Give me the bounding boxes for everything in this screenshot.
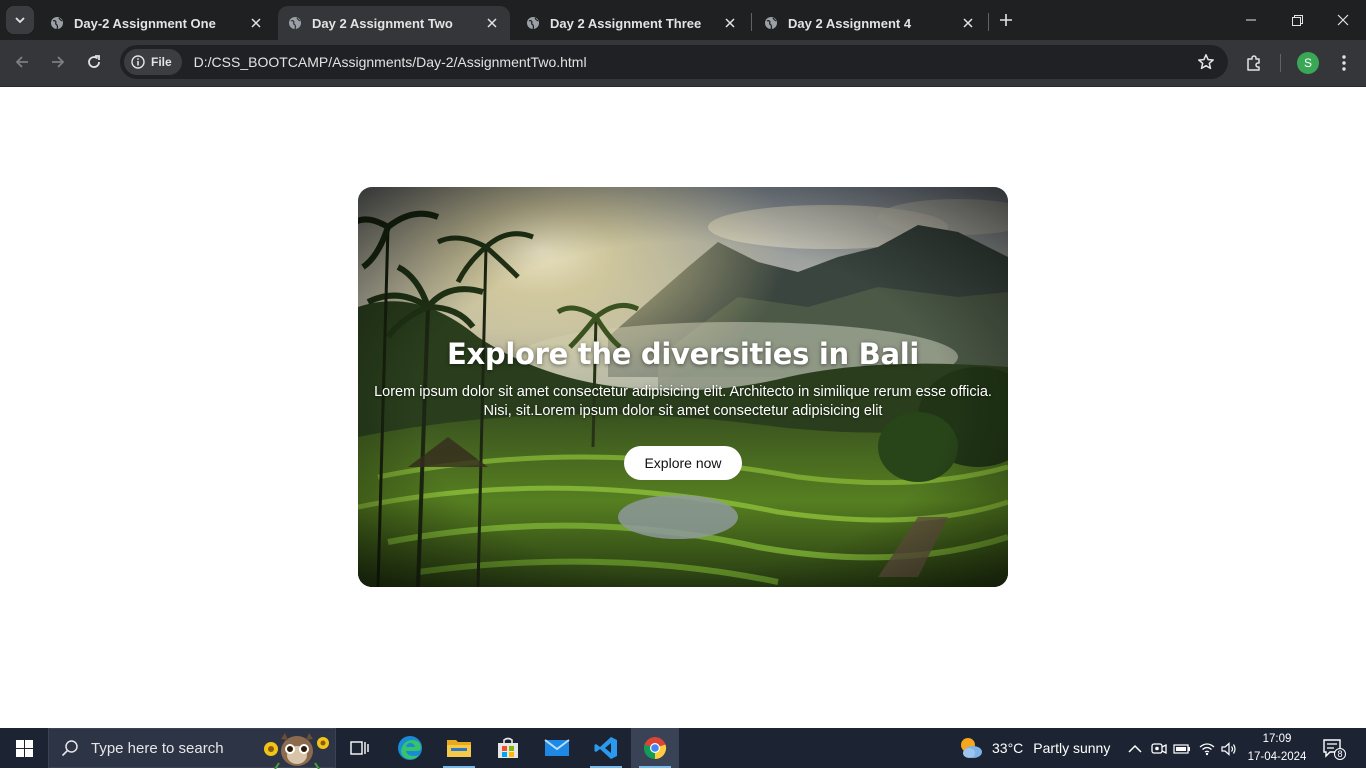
profile-avatar[interactable]: S <box>1297 52 1319 74</box>
partly-sunny-icon <box>961 738 982 758</box>
explore-now-button[interactable]: Explore now <box>624 446 742 480</box>
tab-title: Day 2 Assignment Two <box>312 15 453 31</box>
show-hidden-icons-button[interactable] <box>1126 740 1144 758</box>
star-icon <box>1198 54 1214 70</box>
store-icon <box>498 737 518 758</box>
task-view-button[interactable] <box>336 728 384 768</box>
weather-widget[interactable]: 33°C Partly sunny <box>958 728 1110 768</box>
edge-icon <box>398 736 422 760</box>
windows-taskbar: Type here to search 33°C Partly sunny 17… <box>0 728 1366 769</box>
mail-app[interactable] <box>533 728 581 768</box>
chrome-icon <box>643 737 667 760</box>
clock-time: 17:09 <box>1262 733 1292 745</box>
extensions-button[interactable] <box>1240 49 1268 77</box>
battery-icon <box>1173 744 1190 754</box>
reload-icon <box>88 55 100 68</box>
url-text[interactable]: D:/CSS_BOOTCAMP/Assignments/Day-2/Assign… <box>194 54 587 70</box>
speaker-icon <box>1221 742 1236 756</box>
puzzle-icon <box>1247 55 1260 71</box>
search-placeholder: Type here to search <box>91 739 224 757</box>
browser-tab-strip: Day-2 Assignment One Day 2 Assignment Tw… <box>0 0 1366 40</box>
hero-description: Lorem ipsum dolor sit amet consectetur a… <box>374 384 992 419</box>
forward-arrow-icon <box>52 56 65 68</box>
meet-now-tray[interactable] <box>1150 740 1168 758</box>
tab-assignment-one[interactable]: Day-2 Assignment One <box>40 6 274 40</box>
globe-icon <box>289 17 301 30</box>
tab-assignment-two[interactable]: Day 2 Assignment Two <box>278 6 510 40</box>
camera-icon <box>1151 743 1167 755</box>
folder-icon <box>447 740 471 757</box>
back-button[interactable] <box>8 48 36 76</box>
tab-title: Day 2 Assignment Three <box>550 15 702 31</box>
back-arrow-icon <box>15 56 28 68</box>
chevron-up-icon <box>1128 744 1142 753</box>
plus-icon <box>1000 14 1012 26</box>
tab-divider <box>988 13 989 31</box>
globe-icon <box>51 17 63 30</box>
close-window-button[interactable] <box>1320 0 1366 40</box>
notification-count-badge: 8 <box>1334 748 1346 760</box>
file-explorer-app[interactable] <box>435 728 483 768</box>
battery-tray[interactable] <box>1173 740 1191 758</box>
minimize-button[interactable] <box>1228 0 1274 40</box>
wifi-icon <box>1199 743 1215 756</box>
tab-title: Day 2 Assignment 4 <box>788 15 912 31</box>
task-view-icon <box>350 741 369 755</box>
mail-icon <box>544 739 570 756</box>
hero-card: Explore the diversities in Bali Lorem ip… <box>358 187 1008 587</box>
close-icon[interactable] <box>960 15 976 31</box>
new-tab-button[interactable] <box>994 8 1018 32</box>
chrome-app[interactable] <box>631 728 679 768</box>
tab-divider <box>751 13 752 31</box>
tab-assignment-three[interactable]: Day 2 Assignment Three <box>516 6 748 40</box>
tab-assignment-4[interactable]: Day 2 Assignment 4 <box>754 6 986 40</box>
start-button[interactable] <box>0 728 48 768</box>
action-center-button[interactable]: 8 <box>1322 738 1346 762</box>
taskbar-search-box[interactable]: Type here to search <box>48 728 336 769</box>
minimize-icon <box>1246 19 1256 21</box>
hero-content: Explore the diversities in Bali Lorem ip… <box>358 337 1008 480</box>
site-info-chip[interactable]: File <box>124 49 182 75</box>
restore-icon <box>1291 14 1303 26</box>
site-chip-label: File <box>151 55 172 69</box>
close-icon <box>1337 14 1349 26</box>
info-icon <box>131 55 145 69</box>
close-icon[interactable] <box>248 15 264 31</box>
vscode-icon <box>594 737 617 759</box>
tab-title: Day-2 Assignment One <box>74 15 216 31</box>
reload-button[interactable] <box>80 48 108 76</box>
weather-description: Partly sunny <box>1033 740 1111 756</box>
windows-logo-icon <box>15 739 33 757</box>
forward-button[interactable] <box>44 48 72 76</box>
close-icon[interactable] <box>722 15 738 31</box>
toolbar-divider <box>1280 54 1281 72</box>
more-vertical-icon <box>1342 55 1346 71</box>
globe-icon <box>765 17 777 30</box>
vscode-app[interactable] <box>582 728 630 768</box>
weather-temperature: 33°C <box>992 740 1024 756</box>
restore-button[interactable] <box>1274 0 1320 40</box>
clock-date: 17-04-2024 <box>1247 751 1307 763</box>
browser-toolbar: File D:/CSS_BOOTCAMP/Assignments/Day-2/A… <box>0 40 1366 87</box>
edge-app[interactable] <box>386 728 434 768</box>
volume-tray[interactable] <box>1220 740 1238 758</box>
chevron-down-icon <box>15 17 25 24</box>
search-highlight-icon <box>264 733 329 769</box>
tab-search-button[interactable] <box>6 6 34 34</box>
close-icon[interactable] <box>484 15 500 31</box>
page-viewport: Explore the diversities in Bali Lorem ip… <box>0 87 1366 728</box>
address-bar[interactable]: File D:/CSS_BOOTCAMP/Assignments/Day-2/A… <box>120 45 1228 79</box>
network-tray[interactable] <box>1198 740 1216 758</box>
hero-title: Explore the diversities in Bali <box>446 337 920 371</box>
bookmark-button[interactable] <box>1196 52 1216 72</box>
microsoft-store-app[interactable] <box>484 728 532 768</box>
system-clock[interactable]: 17:09 17-04-2024 <box>1244 730 1310 766</box>
globe-icon <box>527 17 539 30</box>
search-icon <box>61 740 78 757</box>
menu-button[interactable] <box>1330 49 1358 77</box>
